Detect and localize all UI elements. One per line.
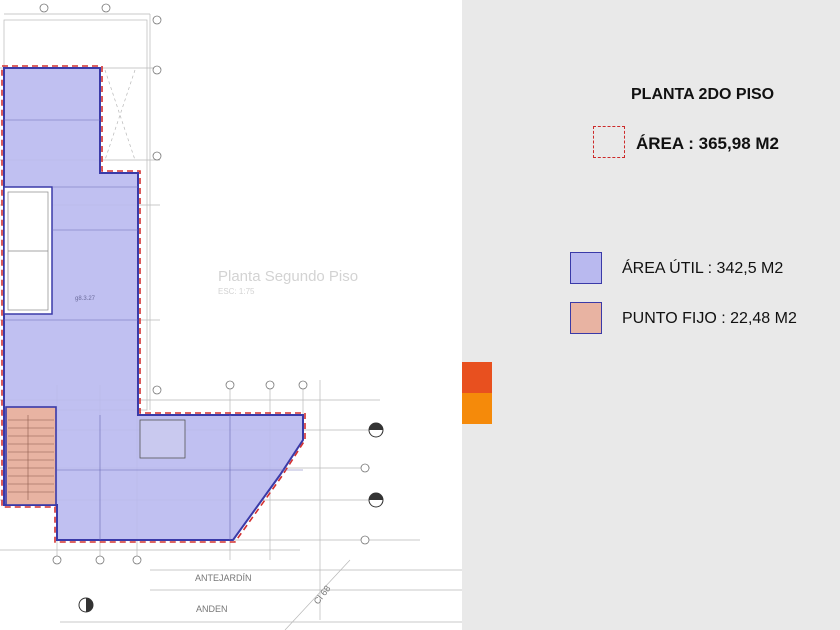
section-marker-3 bbox=[78, 597, 94, 613]
accent-bar-red bbox=[462, 362, 492, 393]
room-label: g8.3.27 bbox=[75, 296, 96, 302]
antejardin-label: ANTEJARDÍN bbox=[195, 573, 252, 583]
anden-label: ANDEN bbox=[196, 604, 228, 614]
section-marker-1 bbox=[368, 422, 384, 438]
floor-plan-svg: Planta Segundo Piso ESC: 1:75 g8.3.27 AN… bbox=[0, 3, 462, 630]
plan-watermark-title: Planta Segundo Piso bbox=[218, 268, 358, 285]
area-util-swatch bbox=[570, 252, 602, 284]
punto-fijo-label: PUNTO FIJO : 22,48 M2 bbox=[622, 310, 797, 327]
floor-plan-drawing: Planta Segundo Piso ESC: 1:75 g8.3.27 AN… bbox=[0, 0, 462, 630]
section-marker-2 bbox=[368, 492, 384, 508]
total-area-swatch bbox=[593, 126, 625, 158]
area-util-label: ÁREA ÚTIL : 342,5 M2 bbox=[622, 260, 784, 277]
plan-title: PLANTA 2DO PISO bbox=[631, 86, 775, 103]
punto-fijo-region bbox=[5, 406, 57, 506]
street-label: Cl 68 bbox=[312, 584, 333, 607]
plan-watermark-scale: ESC: 1:75 bbox=[218, 287, 255, 296]
total-area-label: ÁREA : 365,98 M2 bbox=[636, 134, 779, 153]
legend-panel: PLANTA 2DO PISO ÁREA : 365,98 M2 ÁREA ÚT… bbox=[462, 0, 840, 630]
accent-bar-orange bbox=[462, 393, 492, 424]
punto-fijo-swatch bbox=[570, 302, 602, 334]
